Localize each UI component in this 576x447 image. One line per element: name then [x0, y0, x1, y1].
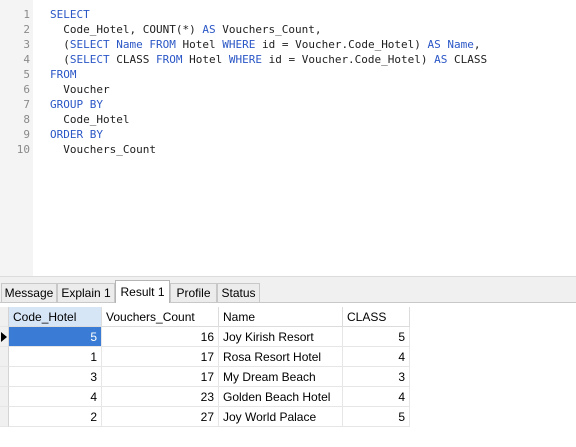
code-line[interactable]: 1 SELECT	[0, 7, 576, 22]
code-line[interactable]: 10 Vouchers_Count	[0, 142, 576, 157]
row-selector[interactable]	[0, 407, 9, 427]
result-grid: Code_Hotel Vouchers_Count Name CLASS 5 16…	[0, 307, 576, 447]
code-text: Code_Hotel	[50, 112, 129, 127]
code-text: Code_Hotel, COUNT(*) AS Vouchers_Count,	[50, 22, 322, 37]
sql-keyword: FROM	[50, 68, 77, 81]
sql-keyword: AS	[202, 23, 216, 36]
sql-text: Code_Hotel, COUNT(*)	[50, 23, 203, 36]
sql-keyword: ORDER BY	[50, 128, 103, 141]
tab-message[interactable]: Message	[1, 283, 57, 302]
sql-text: id = Voucher.Code_Hotel)	[255, 38, 428, 51]
cell-name[interactable]: My Dream Beach	[219, 367, 343, 387]
column-header-name[interactable]: Name	[219, 307, 343, 327]
sql-text: (	[50, 38, 70, 51]
sql-text: Hotel	[175, 38, 223, 51]
cell-code-hotel[interactable]: 1	[9, 347, 102, 367]
row-selector[interactable]	[0, 327, 9, 347]
code-line[interactable]: 3 (SELECT Name FROM Hotel WHERE id = Vou…	[0, 37, 576, 52]
code-text: GROUP BY	[50, 97, 103, 112]
sql-text: Vouchers_Count,	[215, 23, 322, 36]
code-text: Voucher	[50, 82, 110, 97]
sql-text: Code_Hotel	[50, 113, 130, 126]
line-number: 3	[23, 38, 30, 51]
tab-explain-1[interactable]: Explain 1	[57, 283, 115, 302]
cell-code-hotel[interactable]: 3	[9, 367, 102, 387]
tab-status[interactable]: Status	[217, 283, 260, 302]
code-text: Vouchers_Count	[50, 142, 156, 157]
cell-name[interactable]: Joy Kirish Resort	[219, 327, 343, 347]
sql-text: ,	[473, 38, 481, 51]
sql-keyword: WHERE	[222, 38, 256, 51]
code-text: SELECT	[50, 7, 90, 22]
code-line[interactable]: 2 Code_Hotel, COUNT(*) AS Vouchers_Count…	[0, 22, 576, 37]
cell-class[interactable]: 4	[343, 387, 410, 407]
sql-text: Voucher	[50, 83, 110, 96]
code-line[interactable]: 4 (SELECT CLASS FROM Hotel WHERE id = Vo…	[0, 52, 576, 67]
tab-result-1[interactable]: Result 1	[115, 280, 170, 303]
grid-corner[interactable]	[0, 307, 9, 327]
code-line[interactable]: 7 GROUP BY	[0, 97, 576, 112]
code-text: (SELECT Name FROM Hotel WHERE id = Vouch…	[50, 37, 481, 52]
line-number: 5	[23, 68, 30, 81]
cell-vouchers-count[interactable]: 17	[102, 347, 219, 367]
sql-keyword: AS	[434, 53, 448, 66]
sql-keyword: WHERE	[228, 53, 262, 66]
sql-text: CLASS	[447, 53, 488, 66]
sql-keyword: SELECT	[69, 38, 110, 51]
row-selector[interactable]	[0, 387, 9, 407]
cell-code-hotel[interactable]: 5	[9, 327, 102, 347]
column-header-class[interactable]: CLASS	[343, 307, 410, 327]
code-line[interactable]: 5 FROM	[0, 67, 576, 82]
line-number: 10	[16, 143, 30, 156]
sql-keyword: SELECT	[69, 53, 110, 66]
sql-keyword: AS	[427, 38, 441, 51]
cell-name[interactable]: Rosa Resort Hotel	[219, 347, 343, 367]
sql-keyword: FROM	[155, 53, 183, 66]
cell-vouchers-count[interactable]: 23	[102, 387, 219, 407]
sql-text: (	[50, 53, 70, 66]
cell-name[interactable]: Golden Beach Hotel	[219, 387, 343, 407]
cell-code-hotel[interactable]: 4	[9, 387, 102, 407]
cell-vouchers-count[interactable]: 16	[102, 327, 219, 347]
sql-keyword: Name	[116, 38, 143, 51]
cell-class[interactable]: 4	[343, 347, 410, 367]
code-text: (SELECT CLASS FROM Hotel WHERE id = Vouc…	[50, 52, 487, 67]
current-row-arrow-icon	[1, 332, 7, 342]
line-number: 7	[23, 98, 30, 111]
column-header-vouchers-count[interactable]: Vouchers_Count	[102, 307, 219, 327]
code-line[interactable]: 9 ORDER BY	[0, 127, 576, 142]
sql-editor[interactable]: 1 SELECT 2 Code_Hotel, COUNT(*) AS Voucher…	[0, 0, 576, 276]
line-number: 8	[23, 113, 30, 126]
line-number: 6	[23, 83, 30, 96]
line-number: 9	[23, 128, 30, 141]
cell-class[interactable]: 5	[343, 327, 410, 347]
code-text: ORDER BY	[50, 127, 103, 142]
sql-keyword: FROM	[149, 38, 176, 51]
sql-keyword: Name	[447, 38, 474, 51]
row-selector[interactable]	[0, 367, 9, 387]
sql-keyword: SELECT	[50, 8, 90, 21]
cell-class[interactable]: 3	[343, 367, 410, 387]
column-header-code-hotel[interactable]: Code_Hotel	[9, 307, 102, 327]
cell-name[interactable]: Joy World Palace	[219, 407, 343, 427]
code-line[interactable]: 8 Code_Hotel	[0, 112, 576, 127]
cell-class[interactable]: 5	[343, 407, 410, 427]
line-number: 4	[23, 53, 30, 66]
sql-text: id = Voucher.Code_Hotel)	[261, 53, 435, 66]
code-line[interactable]: 6 Voucher	[0, 82, 576, 97]
row-selector[interactable]	[0, 347, 9, 367]
cell-vouchers-count[interactable]: 27	[102, 407, 219, 427]
result-tabs: Message Explain 1 Result 1 Profile Statu…	[0, 280, 576, 303]
line-number: 2	[23, 23, 30, 36]
sql-keyword: GROUP BY	[50, 98, 103, 111]
sql-text: Vouchers_Count	[50, 143, 156, 156]
tab-profile[interactable]: Profile	[170, 283, 217, 302]
code-text: FROM	[50, 67, 77, 82]
line-number: 1	[23, 8, 30, 21]
sql-text: Hotel	[182, 53, 229, 66]
cell-code-hotel[interactable]: 2	[9, 407, 102, 427]
sql-text: CLASS	[109, 53, 156, 66]
cell-vouchers-count[interactable]: 17	[102, 367, 219, 387]
